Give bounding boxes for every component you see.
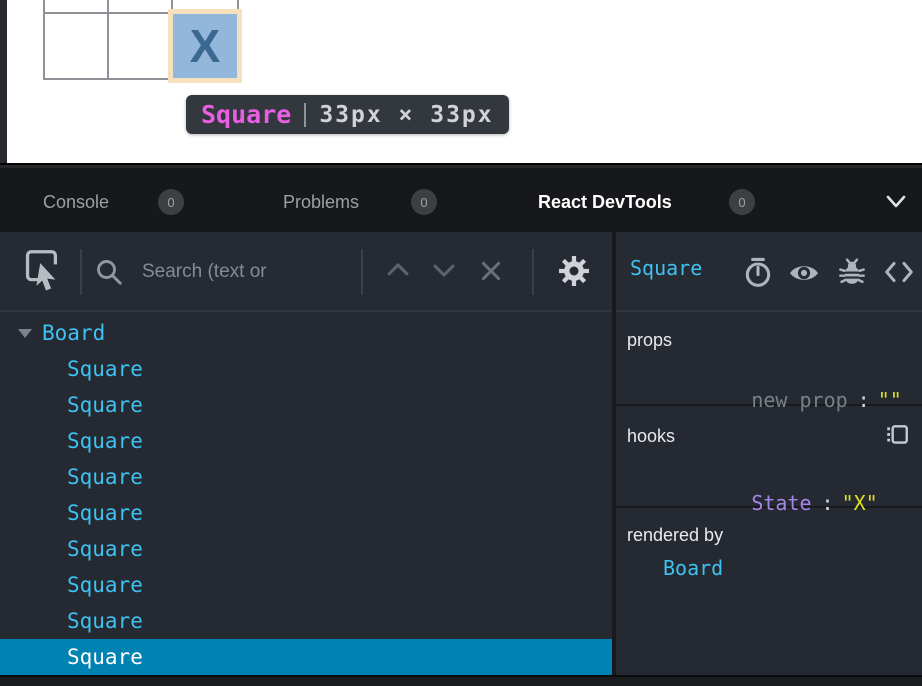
inspect-element-icon[interactable] [25, 249, 63, 295]
devtools-toolbar-left [0, 232, 612, 312]
suspense-timer-icon[interactable] [742, 256, 774, 288]
rendered-by-section: rendered by Board [616, 508, 922, 675]
tree-item-square[interactable]: Square [0, 387, 612, 423]
search-icon [94, 257, 124, 287]
tree-item-square[interactable]: Square [0, 423, 612, 459]
tree-item-square[interactable]: Square [0, 567, 612, 603]
devtools-tabbar: Console 0 Problems 0 React DevTools 0 [0, 163, 922, 234]
devtools-toolbar-right: Square [616, 232, 922, 312]
overlay-dimensions: 33px × 33px [319, 102, 493, 128]
inspect-overlay-tooltip: Square 33px × 33px [186, 95, 509, 134]
inspector-panel: props new prop:"" hooks State:"X" render… [616, 312, 922, 675]
tictactoe-board: X [43, 0, 239, 80]
board-square[interactable] [45, 0, 109, 14]
tab-console-badge: 0 [158, 189, 184, 215]
props-section: props new prop:"" [616, 312, 922, 406]
parse-hook-names-icon[interactable] [884, 422, 910, 448]
toolbar-divider [80, 249, 82, 295]
settings-gear-icon[interactable] [556, 253, 592, 289]
board-square[interactable] [45, 14, 109, 78]
browser-viewport: X Square 33px × 33px [0, 0, 922, 163]
search-input[interactable] [140, 253, 359, 291]
tab-react-devtools[interactable]: React DevTools [538, 192, 672, 213]
expander-triangle-icon[interactable] [18, 329, 32, 338]
window-edge [0, 0, 7, 163]
board-square[interactable] [173, 0, 237, 14]
react-devtools-window: X Square 33px × 33px Console 0 Problems … [0, 0, 922, 686]
toolbar-divider [532, 249, 534, 295]
previous-match-chevron-up-icon[interactable] [384, 258, 412, 282]
board-square[interactable] [109, 14, 173, 78]
tab-react-devtools-badge: 0 [729, 189, 755, 215]
tree-item-square[interactable]: Square [0, 531, 612, 567]
rendered-by-board-link[interactable]: Board [663, 556, 723, 580]
overlay-component-name: Square [201, 100, 291, 129]
tree-item-square[interactable]: Square [0, 603, 612, 639]
square-mark: X [190, 23, 221, 69]
tree-item-square-selected[interactable]: Square [0, 639, 612, 675]
overlay-separator [304, 103, 306, 127]
view-source-code-icon[interactable] [883, 257, 915, 287]
toolbar-divider [361, 249, 363, 295]
debug-bug-icon[interactable] [837, 256, 867, 288]
tab-problems-badge: 0 [411, 189, 437, 215]
tab-console[interactable]: Console [43, 192, 109, 213]
board-square-highlighted[interactable]: X [173, 14, 237, 78]
next-match-chevron-down-icon[interactable] [430, 258, 458, 282]
tree-item-board[interactable]: Board [0, 315, 612, 351]
props-title: props [627, 330, 672, 351]
tree-item-square[interactable]: Square [0, 495, 612, 531]
hooks-section: hooks State:"X" [616, 406, 922, 508]
tree-item-square[interactable]: Square [0, 459, 612, 495]
clear-search-icon[interactable] [477, 257, 505, 285]
rendered-by-title: rendered by [627, 525, 723, 546]
hooks-title: hooks [627, 426, 675, 447]
inspect-dom-eye-icon[interactable] [788, 257, 820, 289]
component-tree: Board Square Square Square Square Square… [0, 315, 612, 675]
selected-component-title: Square [630, 256, 702, 280]
collapse-panel-chevron-down-icon[interactable] [884, 194, 908, 210]
tab-problems[interactable]: Problems [283, 192, 359, 213]
board-square[interactable] [109, 0, 173, 14]
tree-item-square[interactable]: Square [0, 351, 612, 387]
bottom-bar [0, 675, 922, 686]
